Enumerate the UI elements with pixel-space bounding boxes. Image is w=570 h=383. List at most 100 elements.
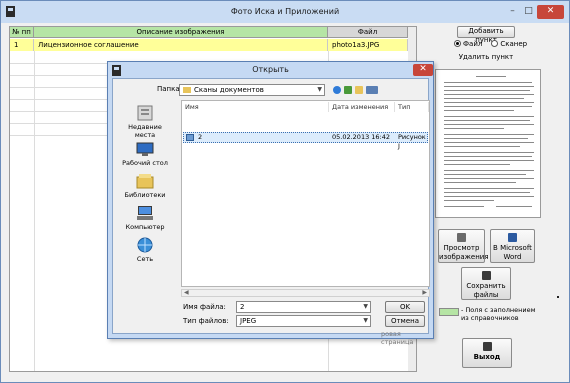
- preview-line: [444, 174, 526, 175]
- preview-line: [444, 142, 534, 143]
- back-icon[interactable]: [333, 86, 341, 94]
- exit-button[interactable]: Выход: [462, 338, 512, 368]
- preview-line: [476, 76, 506, 77]
- file-list[interactable]: Имя Дата изменения Тип 2 05.02.2013 16:4…: [181, 100, 430, 287]
- preview-line: [444, 182, 516, 183]
- preview-line: [444, 86, 534, 87]
- place-network-label: Сеть: [136, 255, 154, 263]
- file-row[interactable]: 2 05.02.2013 16:42 Рисунок J: [183, 132, 428, 150]
- preview-line: [444, 120, 530, 121]
- preview-line: [444, 102, 534, 103]
- save-files-button[interactable]: Сохранить файлы: [461, 267, 511, 300]
- word-icon: [508, 233, 517, 242]
- chevron-down-icon: ▼: [363, 303, 368, 310]
- column-header-description[interactable]: Описание изображения: [34, 27, 328, 38]
- ok-button[interactable]: OK: [385, 301, 425, 313]
- place-recent[interactable]: Недавние места: [118, 105, 172, 139]
- scroll-right-icon[interactable]: ▶: [422, 289, 427, 296]
- export-word-label: В Microsoft Word: [493, 244, 532, 261]
- delete-item-button[interactable]: Удалить пункт: [457, 52, 515, 64]
- view-image-button[interactable]: Просмотр изображения: [438, 229, 489, 263]
- minimize-button[interactable]: –: [505, 5, 520, 19]
- place-network[interactable]: Сеть: [118, 237, 172, 263]
- place-computer-label: Компьютер: [125, 223, 165, 231]
- preview-line: [444, 128, 504, 129]
- image-preview: [435, 69, 541, 218]
- filetype-value: JPEG: [240, 317, 257, 325]
- behind-text: ровая страница: [381, 330, 414, 346]
- image-file-icon: [186, 134, 194, 141]
- radio-file-indicator[interactable]: [454, 40, 461, 47]
- preview-line: [444, 94, 534, 95]
- column-name[interactable]: Имя: [182, 102, 329, 112]
- column-header-file[interactable]: Файл: [328, 27, 408, 38]
- preview-line: [444, 116, 534, 117]
- scroll-left-icon[interactable]: ◀: [184, 289, 189, 296]
- place-libraries[interactable]: Библиотеки: [118, 173, 172, 199]
- add-item-button[interactable]: Добавить пункт: [457, 26, 515, 44]
- filename-label: Имя файла:: [183, 303, 226, 311]
- folder-icon: [183, 87, 191, 93]
- cancel-button[interactable]: Отмена: [385, 315, 425, 327]
- preview-line: [444, 178, 534, 179]
- row-description[interactable]: Лицензионное соглашение: [34, 39, 328, 51]
- column-header-number[interactable]: № пп: [10, 27, 34, 38]
- folder-combo[interactable]: Сканы документов ▼: [179, 84, 325, 96]
- libraries-icon: [136, 174, 154, 189]
- place-desktop[interactable]: Рабочий стол: [118, 141, 172, 167]
- desktop-icon: [136, 142, 154, 156]
- close-button[interactable]: ✕: [537, 5, 564, 19]
- table-row[interactable]: 1 Лицензионное соглашение photo1a3.JPG: [10, 39, 408, 51]
- places-bar: Недавние места Рабочий стол Библиотеки К…: [118, 99, 172, 305]
- preview-line: [444, 146, 520, 147]
- preview-line: [444, 124, 534, 125]
- up-folder-icon[interactable]: [344, 86, 352, 94]
- file-type: Рисунок J: [398, 133, 426, 150]
- radio-scanner-indicator[interactable]: [491, 40, 499, 47]
- preview-line: [444, 200, 494, 201]
- maximize-button[interactable]: □: [521, 5, 536, 19]
- column-type[interactable]: Тип: [395, 102, 429, 112]
- preview-line: [444, 90, 530, 91]
- file-date: 05.02.2013 16:42: [332, 133, 391, 141]
- radio-scanner[interactable]: Сканер: [491, 40, 527, 48]
- preview-line: [444, 106, 532, 107]
- preview-line: [444, 110, 514, 111]
- row-file[interactable]: photo1a3.JPG: [328, 39, 408, 51]
- exit-label: Выход: [473, 353, 501, 361]
- new-folder-icon[interactable]: [355, 86, 363, 94]
- radio-scanner-label: Сканер: [500, 40, 528, 48]
- grid-line: [34, 51, 35, 371]
- preview-line: [444, 152, 534, 153]
- floppy-icon: [481, 271, 491, 280]
- legend-text: - Поля с заполнением из справочников: [461, 306, 536, 322]
- export-word-button[interactable]: В Microsoft Word: [490, 229, 535, 263]
- preview-line: [444, 188, 534, 189]
- preview-line: [444, 192, 530, 193]
- row-number[interactable]: 1: [10, 39, 34, 51]
- view-image-label: Просмотр изображения: [439, 244, 489, 261]
- filetype-select[interactable]: JPEG ▼: [236, 315, 371, 327]
- open-file-dialog: Открыть ✕ Папка: Сканы документов ▼ Неда…: [107, 61, 434, 346]
- preview-line: [444, 98, 524, 99]
- file-name: 2: [198, 133, 203, 141]
- preview-line: [444, 164, 510, 165]
- column-date[interactable]: Дата изменения: [329, 102, 395, 112]
- horizontal-scrollbar[interactable]: ◀ ▶: [181, 289, 430, 297]
- preview-line: [444, 196, 534, 197]
- title-bar[interactable]: Фото Иска и Приложений – □ ✕: [1, 1, 569, 23]
- preview-line: [496, 206, 532, 207]
- marker-dot: [557, 296, 559, 298]
- window-title: Фото Иска и Приложений: [230, 7, 340, 16]
- filename-input[interactable]: 2 ▼: [236, 301, 371, 313]
- place-desktop-label: Рабочий стол: [122, 159, 168, 167]
- radio-file[interactable]: Файл: [454, 40, 482, 48]
- computer-icon: [137, 206, 153, 220]
- recent-places-icon: [137, 105, 153, 121]
- exit-door-icon: [482, 342, 492, 351]
- dialog-close-button[interactable]: ✕: [413, 64, 433, 76]
- preview-line: [444, 138, 528, 139]
- view-menu-icon[interactable]: [366, 86, 378, 94]
- preview-line: [444, 160, 534, 161]
- place-computer[interactable]: Компьютер: [118, 205, 172, 231]
